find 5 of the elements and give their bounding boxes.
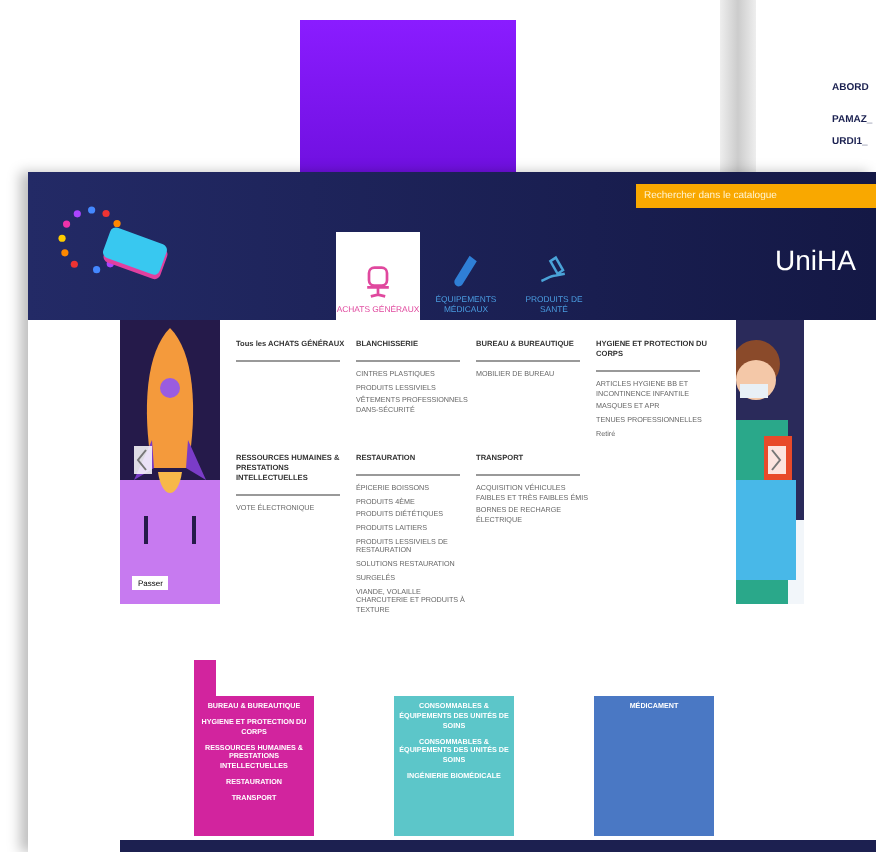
chevron-left-icon — [134, 448, 150, 472]
next-button[interactable] — [768, 446, 786, 474]
brand-logo-text: UniHA — [775, 244, 856, 276]
chevron-right-icon — [768, 448, 784, 472]
previous-button[interactable] — [134, 446, 152, 474]
